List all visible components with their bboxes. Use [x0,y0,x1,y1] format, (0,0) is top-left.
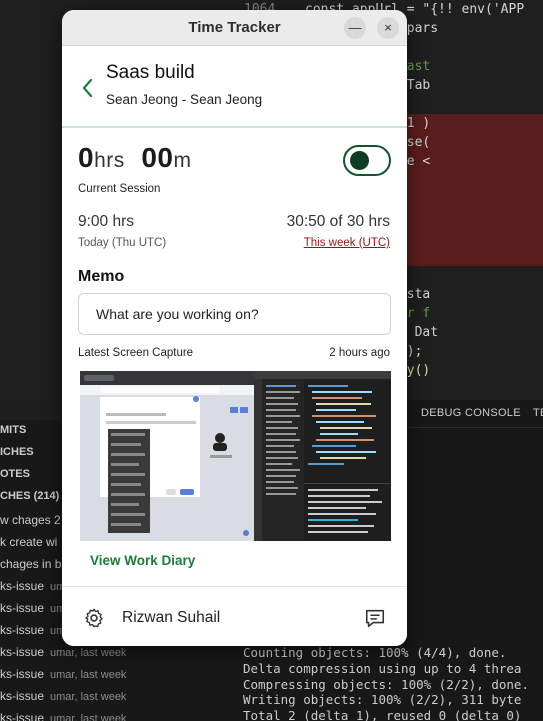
branch-item[interactable]: ks-issue umar, last week [0,689,126,703]
tab-terminal[interactable]: TE [533,407,543,419]
panel-section-header[interactable]: CHES (214) [0,490,59,502]
close-button[interactable]: × [377,17,399,39]
branch-item[interactable]: ks-issue umar, last week [0,645,126,659]
branch-name: ks-issue [0,645,45,659]
week-hours: 30:50 of 30 hrs [286,213,390,230]
branch-meta: umar, last week [50,691,127,703]
message-icon[interactable] [364,607,386,629]
gear-icon[interactable] [83,607,105,629]
branch-item[interactable]: chages in b [0,557,67,571]
screen-capture-time: 2 hours ago [329,347,390,359]
panel-section-header[interactable]: ICHES [0,446,34,458]
branch-meta: umar, last week [50,647,127,659]
screen-capture-label: Latest Screen Capture [78,347,194,359]
today-hours: 9:00 hrs [78,213,135,230]
terminal-line: Writing objects: 100% (2/2), 311 byte [243,692,522,708]
branch-meta: umar, last week [50,713,127,721]
footer: Rizwan Suhail [62,586,407,646]
branch-meta: umar, last week [50,669,127,681]
toggle-knob [350,151,369,170]
branch-item[interactable]: ks-issue umar, last week [0,711,126,721]
branch-name: w chages 2 [0,513,61,527]
branch-name: ks-issue [0,623,45,637]
branch-name: ks-issue [0,667,45,681]
branch-name: ks-issue [0,711,45,721]
session-minutes-unit: m [173,149,192,172]
panel-section-header[interactable]: MITS [0,424,26,436]
chevron-left-icon[interactable] [80,76,94,100]
project-header: Saas build Sean Jeong - Sean Jeong [62,46,407,128]
session-hours: 0 [78,142,95,173]
terminal-line: Compressing objects: 100% (2/2), done. [243,676,529,692]
branch-name: k create wi [0,535,58,549]
memo-heading: Memo [78,268,125,285]
branch-name: ks-issue [0,579,45,593]
session-minutes: 00 [141,142,174,173]
branch-name: ks-issue [0,601,45,615]
timer-toggle[interactable] [343,145,391,176]
project-owner: Sean Jeong - Sean Jeong [106,92,263,107]
session-label: Current Session [78,183,161,195]
today-label: Today (Thu UTC) [78,237,167,249]
screenshot-image [80,371,391,541]
branch-item[interactable]: w chages 2 [0,513,67,527]
session-hours-unit: hrs [94,149,125,172]
branch-name: ks-issue [0,689,45,703]
branch-item[interactable]: ks-issue umar, last week [0,667,126,681]
terminal-line: Delta compression using up to 4 threa [243,660,522,676]
branch-name: chages in b [0,557,62,571]
branch-item[interactable]: k create wi [0,535,63,549]
terminal-line: Total 2 (delta 1), reused 0 (delta 0) [243,708,522,721]
tab-debug-console[interactable]: DEBUG CONSOLE [421,407,521,419]
title-bar[interactable]: Time Tracker — × [62,10,407,46]
project-name: Saas build [106,62,195,83]
week-link[interactable]: This week (UTC) [304,237,390,249]
memo-input[interactable] [78,293,391,335]
time-tracker-window: Time Tracker — × Saas build Sean Jeong -… [62,10,407,646]
session-timer: 0hrs 00m [78,142,191,174]
screen-capture-thumbnail[interactable] [80,371,391,541]
terminal-line: Counting objects: 100% (4/4), done. [243,644,507,660]
minimize-button[interactable]: — [344,17,366,39]
user-name: Rizwan Suhail [122,609,221,626]
panel-section-header[interactable]: OTES [0,468,30,480]
view-work-diary-link[interactable]: View Work Diary [90,553,195,568]
